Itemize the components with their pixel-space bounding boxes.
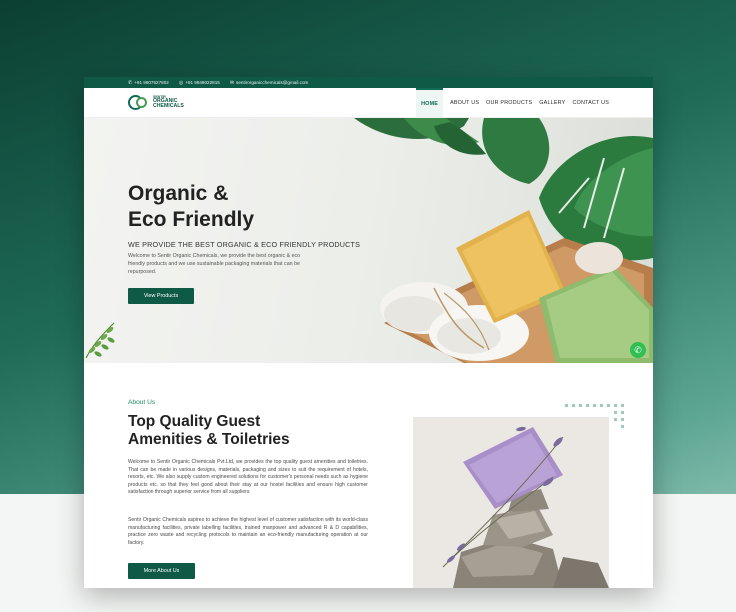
about-paragraph-1: Welcome to Sentir Organic Chemicals Pvt.… [128, 459, 368, 496]
nav-gallery[interactable]: GALLERY [539, 100, 565, 106]
about-paragraph-2: Sentir Organic Chemicals aspires to achi… [128, 517, 368, 546]
nav-about-us[interactable]: ABOUT US [450, 100, 479, 106]
hero-title-line-1: Organic & [128, 182, 229, 205]
nav-contact-us[interactable]: CONTACT US [572, 100, 609, 106]
hero-section: Organic & Eco Friendly WE PROVIDE THE BE… [84, 118, 653, 363]
whatsapp-contact[interactable]: ◎ +91 9849022815 [179, 80, 220, 86]
hero-title-line-2: Eco Friendly [128, 208, 255, 231]
main-navbar: SENTIR ORGANIC CHEMICALS HOME ABOUT US O… [84, 88, 653, 118]
nav-home[interactable]: HOME [416, 88, 444, 117]
nav-menu: HOME ABOUT US OUR PRODUCTS GALLERY CONTA… [416, 88, 609, 117]
about-section: About Us Top Quality Guest Amenities & T… [84, 363, 653, 588]
hero-description: Welcome to Sentir Organic Chemicals, we … [128, 253, 301, 275]
phone-icon: ✆ [128, 79, 133, 86]
logo-line-3: CHEMICALS [153, 103, 184, 110]
logo-text: SENTIR ORGANIC CHEMICALS [153, 95, 184, 110]
contact-topbar: ✆ +91 9607527802 ◎ +91 9849022815 ✉ sent… [84, 77, 653, 88]
about-title-line-1: Top Quality Guest [128, 413, 261, 430]
about-title-line-2: Amenities & Toiletries [128, 431, 290, 448]
phone-number-1: +91 9607527802 [134, 80, 169, 85]
more-about-us-button[interactable]: More About Us [128, 563, 195, 579]
logo[interactable]: SENTIR ORGANIC CHEMICALS [128, 93, 184, 113]
view-products-button[interactable]: View Products [128, 288, 194, 304]
email-address: sentirorganicchemicals@gmail.com [236, 80, 309, 85]
phone-number-2: +91 9849022815 [185, 80, 220, 85]
about-kicker: About Us [128, 399, 156, 406]
email-icon: ✉ [229, 79, 235, 86]
email-contact[interactable]: ✉ sentirorganicchemicals@gmail.com [230, 80, 309, 86]
phone-contact[interactable]: ✆ +91 9607527802 [128, 80, 169, 86]
logo-mark-icon [128, 93, 150, 113]
whatsapp-icon: ◎ [178, 79, 184, 86]
hero-title: Organic & Eco Friendly [128, 181, 254, 233]
nav-our-products[interactable]: OUR PRODUCTS [486, 100, 532, 106]
lavender-soap-image [413, 417, 609, 588]
whatsapp-float-icon[interactable]: ✆ [630, 342, 646, 358]
about-title: Top Quality Guest Amenities & Toiletries [128, 413, 290, 449]
website-frame: ✆ +91 9607527802 ◎ +91 9849022815 ✉ sent… [84, 77, 653, 588]
hero-subtitle: WE PROVIDE THE BEST ORGANIC & ECO FRIEND… [128, 240, 361, 249]
